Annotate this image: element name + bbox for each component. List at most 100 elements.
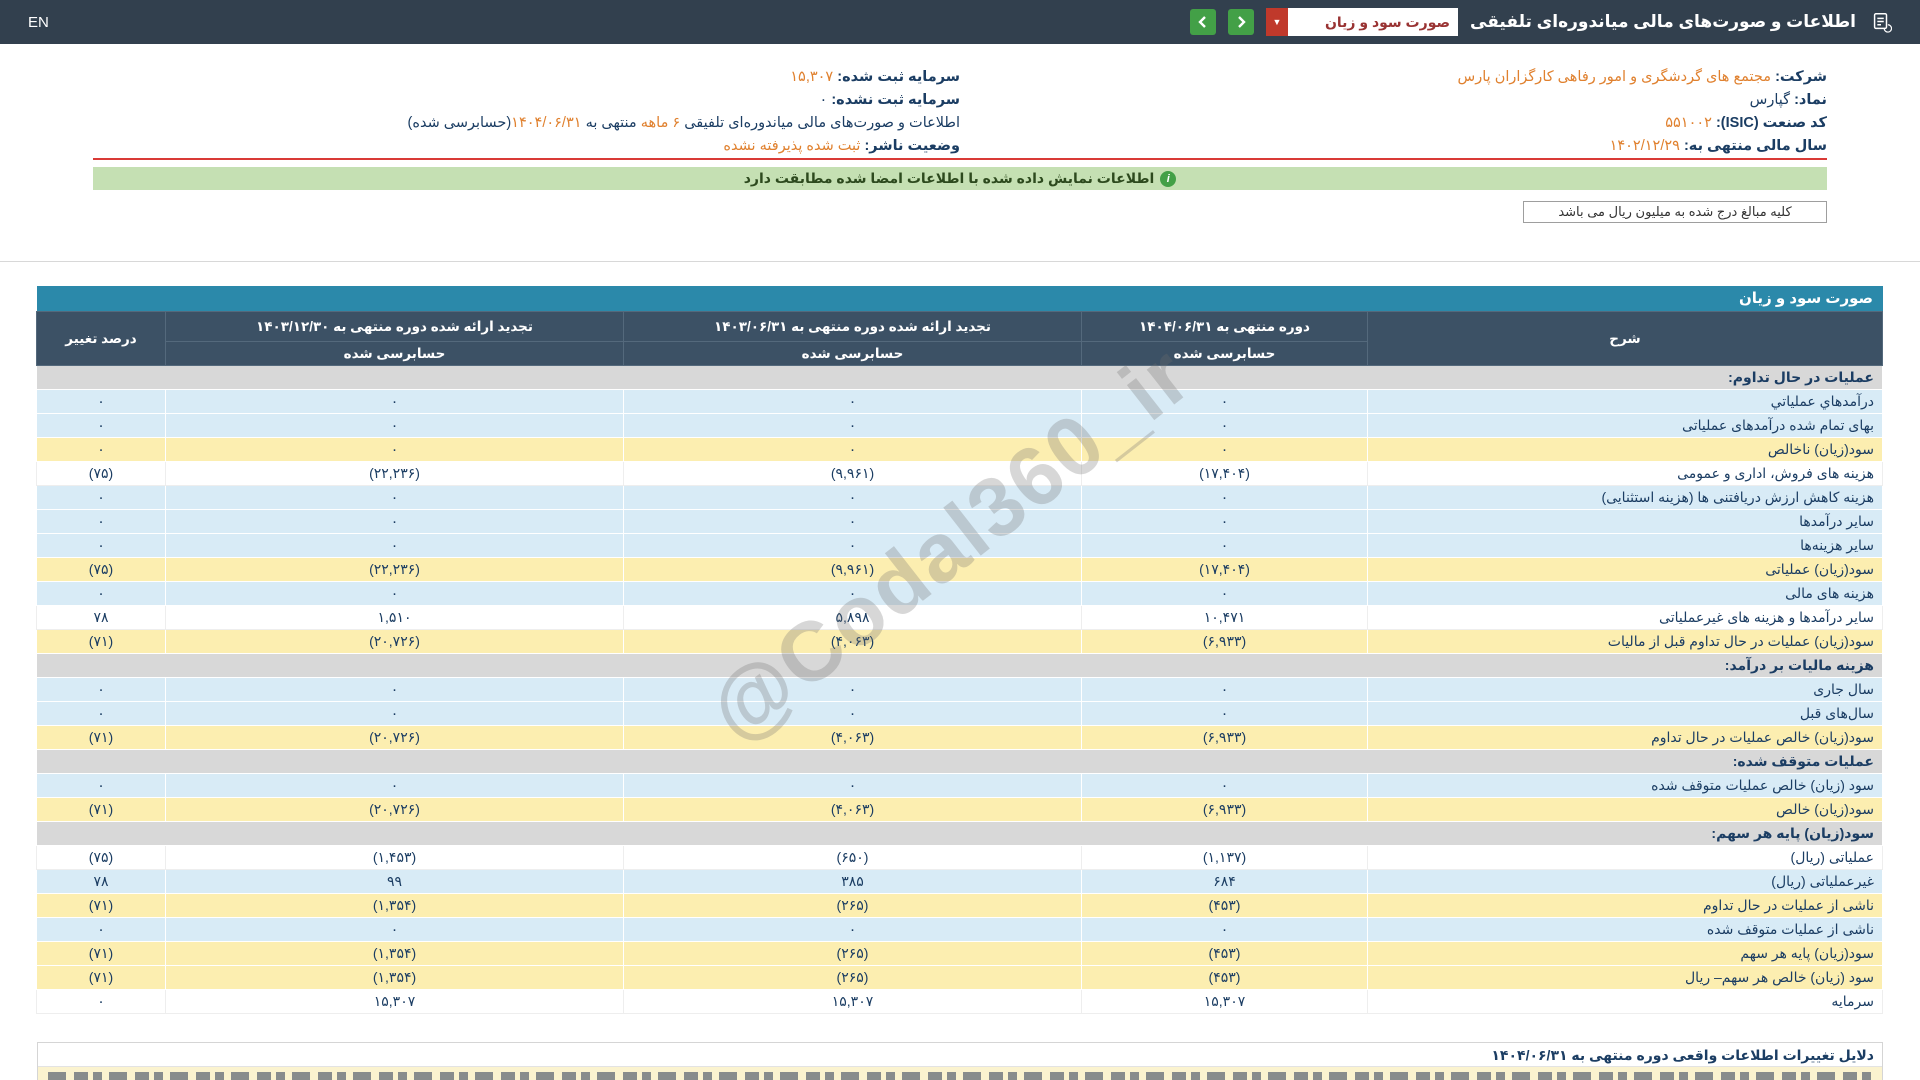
value-cell: (۲۶۵) xyxy=(623,941,1082,966)
value-cell: ۰ xyxy=(36,581,166,606)
row-label: سود(زیان) عملیاتی xyxy=(1367,557,1883,582)
value-cell: ۰ xyxy=(36,509,166,534)
next-statement-button[interactable] xyxy=(1228,9,1254,35)
col-header-period-1: دوره منتهی به ۱۴۰۴/۰۶/۳۱ xyxy=(1081,311,1368,342)
value-cell: ۰ xyxy=(623,701,1082,726)
value-cell: ۷۸ xyxy=(36,869,166,894)
statement-row: سرمایه ۱۵,۳۰۷ ۱۵,۳۰۷ ۱۵,۳۰۷ ۰ xyxy=(36,989,1883,1014)
row-label: هزینه کاهش ارزش دریافتنی ها (هزینه استثن… xyxy=(1367,485,1883,510)
value-cell: ۰ xyxy=(36,773,166,798)
statement-row: سایر درآمدها ۰ ۰ ۰ ۰ xyxy=(36,509,1883,534)
info-cell-right: کد صنعت (ISIC): ۵۵۱۰۰۲ xyxy=(960,112,1827,135)
company-info-row: شرکت: مجتمع های گردشگری و امور رفاهی کار… xyxy=(93,66,1827,89)
language-toggle[interactable]: EN xyxy=(28,14,49,31)
reasons-title: دلایل تغییرات اطلاعات واقعی دوره منتهی ب… xyxy=(38,1043,1882,1067)
info-cell-right: سال مالی منتهی به: ۱۴۰۲/۱۲/۲۹ xyxy=(960,135,1827,158)
section-label: سود(زیان) پایه هر سهم: xyxy=(36,821,1883,846)
statement-row: سایر درآمدها و هزینه های غیرعملیاتی ۱۰,۴۷… xyxy=(36,605,1883,630)
value-cell: ۰ xyxy=(165,389,624,414)
info-text-segment: ثبت شده پذیرفته نشده xyxy=(723,138,861,154)
value-cell: (۷۱) xyxy=(36,629,166,654)
signed-data-text: اطلاعات نمایش داده شده با اطلاعات امضا ش… xyxy=(743,170,1155,186)
value-cell: ۱۵,۳۰۷ xyxy=(623,989,1082,1014)
value-cell: ۷۸ xyxy=(36,605,166,630)
statement-row: هزینه های فروش، اداری و عمومی (۱۷,۴۰۴) (۹,… xyxy=(36,461,1883,486)
info-cell-left: سرمایه ثبت شده: ۱۵,۳۰۷ xyxy=(93,66,960,89)
info-cell-right: نماد: گپارس xyxy=(960,89,1827,112)
info-text-segment: اطلاعات و صورت‌های مالی میاندوره‌ای تلفی… xyxy=(680,115,960,131)
value-cell: ۱۵,۳۰۷ xyxy=(165,989,624,1014)
section-row: هزینه مالیات بر درآمد: xyxy=(36,653,1883,678)
statement-row: سال جاری ۰ ۰ ۰ ۰ xyxy=(36,677,1883,702)
col-header-period-3: تجدید ارائه شده دوره منتهی به ۱۴۰۳/۱۲/۳۰ xyxy=(165,311,624,342)
row-label: سود (زیان) خالص هر سهم– ریال xyxy=(1367,965,1883,990)
row-label: سود(زیان) خالص عملیات در حال تداوم xyxy=(1367,725,1883,750)
prev-statement-button[interactable] xyxy=(1190,9,1216,35)
value-cell: (۷۱) xyxy=(36,725,166,750)
row-label: سایر درآمدها و هزینه های غیرعملیاتی xyxy=(1367,605,1883,630)
value-cell: (۱۷,۴۰۴) xyxy=(1081,461,1368,486)
info-icon: i xyxy=(1160,170,1177,187)
value-cell: ۰ xyxy=(1081,533,1368,558)
value-cell: ۰ xyxy=(623,917,1082,942)
income-statement-section: صورت سود و زیان شرح دوره منتهی به ۱۴۰۴/۰… xyxy=(36,286,1883,1014)
section-label: عملیات متوقف شده: xyxy=(36,749,1883,774)
value-cell: (۶,۹۳۳) xyxy=(1081,725,1368,750)
section-label: هزینه مالیات بر درآمد: xyxy=(36,653,1883,678)
value-cell: ۰ xyxy=(165,437,624,462)
statements-doc-icon[interactable] xyxy=(1868,10,1892,34)
info-text-segment: ۱۵,۳۰۷ xyxy=(790,69,834,85)
topbar: اطلاعات و صورت‌های مالی میاندوره‌ای تلفی… xyxy=(0,0,1920,44)
value-cell: ۰ xyxy=(623,437,1082,462)
company-info: شرکت: مجتمع های گردشگری و امور رفاهی کار… xyxy=(93,66,1827,158)
row-label: سرمایه xyxy=(1367,989,1883,1014)
statement-table-header: شرح دوره منتهی به ۱۴۰۴/۰۶/۳۱ تجدید ارائه… xyxy=(36,311,1883,366)
value-cell: (۷۱) xyxy=(36,893,166,918)
reasons-section: دلایل تغییرات اطلاعات واقعی دوره منتهی ب… xyxy=(37,1042,1883,1080)
value-cell: (۲۶۵) xyxy=(623,965,1082,990)
statement-select[interactable]: صورت سود و زیان ▼ xyxy=(1266,8,1458,36)
value-cell: ۰ xyxy=(165,917,624,942)
value-cell: ۶۸۴ xyxy=(1081,869,1368,894)
value-cell: ۰ xyxy=(165,533,624,558)
statement-row: سود(زیان) پایه هر سهم (۴۵۳) (۲۶۵) (۱,۳۵۴) (۷… xyxy=(36,941,1883,966)
value-cell: (۷۵) xyxy=(36,557,166,582)
value-cell: (۷۵) xyxy=(36,461,166,486)
value-cell: (۲۰,۷۲۶) xyxy=(165,629,624,654)
statement-select-value: صورت سود و زیان xyxy=(1324,14,1450,30)
info-cell-right: شرکت: مجتمع های گردشگری و امور رفاهی کار… xyxy=(960,66,1827,89)
value-cell: (۱۷,۴۰۴) xyxy=(1081,557,1368,582)
value-cell: ۰ xyxy=(36,989,166,1014)
col-header-pct-change: درصد تغییر xyxy=(36,311,166,366)
value-cell: ۰ xyxy=(623,413,1082,438)
section-divider xyxy=(0,261,1920,262)
value-cell: ۵,۸۹۸ xyxy=(623,605,1082,630)
info-cell-left: سرمایه ثبت نشده: ۰ xyxy=(93,89,961,112)
row-label: سود(زیان) پایه هر سهم xyxy=(1367,941,1883,966)
statement-row: سود(زیان) خالص عملیات در حال تداوم (۶,۹۳۳… xyxy=(36,725,1883,750)
statement-row: ناشی از عملیات در حال تداوم (۴۵۳) (۲۶۵) (۱,… xyxy=(36,893,1883,918)
section-row: عملیات در حال تداوم: xyxy=(36,365,1883,390)
row-label: سود (زیان) خالص عملیات متوقف شده xyxy=(1367,773,1883,798)
statement-row: درآمدهاي عملياتي ۰ ۰ ۰ ۰ xyxy=(36,389,1883,414)
info-cell-left: اطلاعات و صورت‌های مالی میاندوره‌ای تلفی… xyxy=(93,112,960,135)
section-row: عملیات متوقف شده: xyxy=(36,749,1883,774)
statement-row: سایر هزینه‌ها ۰ ۰ ۰ ۰ xyxy=(36,533,1883,558)
value-cell: (۴,۰۶۳) xyxy=(623,797,1082,822)
col-subheader-audited-3: حسابرسی شده xyxy=(165,341,624,366)
value-cell: ۰ xyxy=(623,677,1082,702)
value-cell: ۰ xyxy=(1081,389,1368,414)
value-cell: ۰ xyxy=(1081,773,1368,798)
chevron-down-icon[interactable]: ▼ xyxy=(1266,8,1288,36)
value-cell: ۰ xyxy=(36,389,166,414)
row-label: بهای تمام شده درآمدهای عملیاتی xyxy=(1367,413,1883,438)
row-label: هزینه های فروش، اداری و عمومی xyxy=(1367,461,1883,486)
statement-row: سود(زیان) عملیاتی (۱۷,۴۰۴) (۹,۹۶۱) (۲۲,۲۳۶)… xyxy=(36,557,1883,582)
value-cell: (۴,۰۶۳) xyxy=(623,629,1082,654)
col-subheader-audited-1: حسابرسی شده xyxy=(1081,341,1368,366)
statement-row: هزینه های مالی ۰ ۰ ۰ ۰ xyxy=(36,581,1883,606)
signed-data-banner: i اطلاعات نمایش داده شده با اطلاعات امضا… xyxy=(93,167,1827,190)
value-cell: (۲۲,۲۳۶) xyxy=(165,461,624,486)
value-cell: ۰ xyxy=(623,509,1082,534)
value-cell: (۱,۱۳۷) xyxy=(1081,845,1368,870)
